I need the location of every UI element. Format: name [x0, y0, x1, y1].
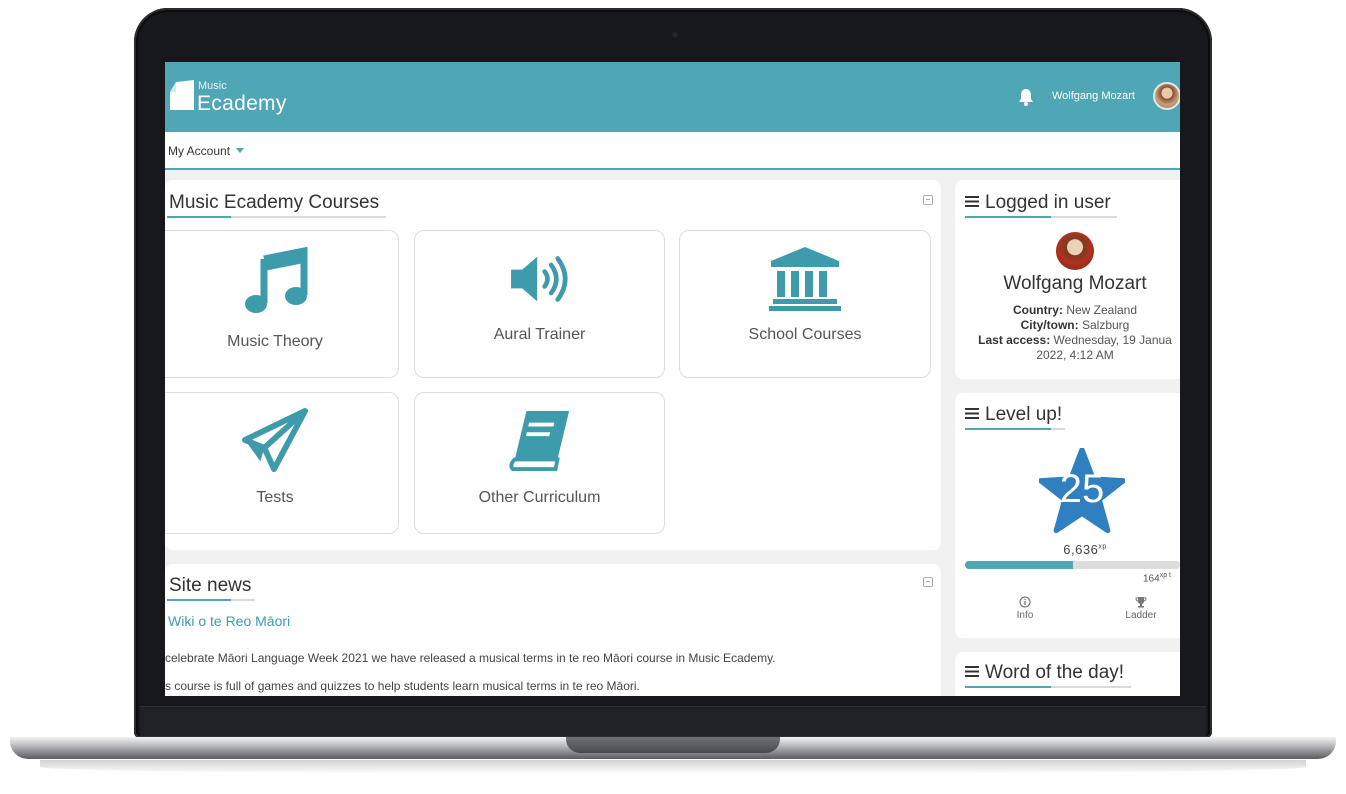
logged-in-user-title: Logged in user: [965, 192, 1111, 214]
site-news-title: Site news: [169, 575, 252, 596]
course-tile-aural-trainer[interactable]: Aural Trainer: [414, 230, 665, 378]
top-navbar: Music Ecademy Wolfgang Mozart: [165, 62, 1180, 132]
news-article-link[interactable]: Wiki o te Reo Māori: [168, 613, 290, 629]
logo-text-small: Music: [198, 80, 227, 92]
profile-last-access: Last access: Wednesday, 19 Janua: [978, 333, 1172, 347]
course-tile-tests[interactable]: Tests: [165, 392, 399, 534]
caret-down-icon: [236, 148, 245, 153]
title-underline: [965, 686, 1131, 688]
course-tile-school-courses[interactable]: School Courses: [679, 230, 931, 378]
my-account-label: My Account: [168, 144, 231, 158]
logo-icon[interactable]: [170, 80, 194, 110]
course-tile-label: Aural Trainer: [493, 326, 586, 343]
info-icon: [1019, 596, 1031, 608]
courses-title: Music Ecademy Courses: [169, 192, 380, 213]
profile-country: Country: New Zealand: [1012, 303, 1138, 317]
user-avatar[interactable]: [1153, 82, 1180, 110]
title-underline: [965, 216, 1117, 218]
collapse-block-icon[interactable]: [923, 195, 933, 205]
course-tile-label: Tests: [256, 489, 294, 506]
laptop-notch: [566, 737, 780, 753]
menu-icon: [965, 408, 979, 419]
xp-total: 6,636xp: [1063, 542, 1107, 557]
news-text-line: celebrate Māori Language Week 2021 we ha…: [165, 651, 776, 665]
news-text-line: s course is full of games and quizzes to…: [165, 679, 640, 693]
course-tile-label: Other Curriculum: [478, 489, 601, 506]
notification-bell-icon[interactable]: [1018, 88, 1034, 106]
course-tile-label: School Courses: [748, 326, 862, 343]
level-up-title: Level up!: [965, 404, 1062, 426]
music-note-icon: [245, 247, 308, 313]
profile-avatar[interactable]: [1056, 232, 1094, 270]
menu-icon: [965, 666, 979, 677]
word-of-the-day-title: Word of the day!: [965, 662, 1124, 684]
user-menu-name[interactable]: Wolfgang Mozart: [1052, 90, 1135, 102]
title-underline: [965, 428, 1065, 430]
course-tile-other-curriculum[interactable]: Other Curriculum: [414, 392, 665, 534]
level-progress-bar: [965, 561, 1180, 569]
level-progress-fill: [965, 561, 1073, 569]
ladder-button[interactable]: Ladder: [1121, 596, 1161, 621]
laptop-shadow: [40, 760, 1306, 774]
level-number: 25: [1059, 467, 1105, 511]
my-account-dropdown[interactable]: My Account: [168, 144, 245, 158]
menu-icon: [965, 196, 979, 207]
title-underline: [167, 599, 255, 601]
book-icon: [509, 410, 570, 472]
profile-last-access-time: 2022, 4:12 AM: [1036, 348, 1114, 362]
building-icon: [769, 247, 841, 311]
trophy-icon: [1135, 597, 1147, 608]
profile-city: City/town: Salzburg: [1020, 318, 1130, 332]
webcam: [671, 31, 679, 39]
course-tile-label: Music Theory: [227, 333, 323, 350]
collapse-block-icon[interactable]: [923, 577, 933, 587]
site-news-block: [165, 564, 941, 696]
paper-plane-icon: [241, 407, 309, 473]
title-underline: [167, 216, 386, 218]
logo-text: Ecademy: [197, 92, 287, 115]
info-button[interactable]: Info: [1005, 596, 1045, 621]
secondary-navbar: My Account: [165, 132, 1180, 170]
speaker-icon: [511, 256, 568, 302]
profile-name: Wolfgang Mozart: [1003, 273, 1147, 294]
laptop-bottom-bezel: [140, 706, 1206, 736]
xp-to-next-level: 164xp t: [1143, 572, 1171, 585]
course-tile-music-theory[interactable]: Music Theory: [165, 230, 399, 378]
screen: Music Ecademy Wolfgang Mozart My Account…: [165, 62, 1180, 696]
